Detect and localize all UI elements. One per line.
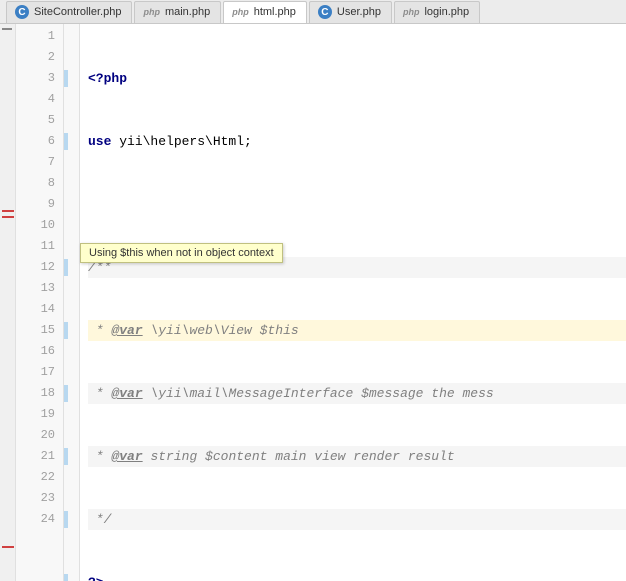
line-number: 16	[16, 341, 63, 362]
line-number: 11	[16, 236, 63, 257]
php-icon: php	[403, 7, 420, 17]
line-number: 9	[16, 194, 63, 215]
tab-label: User.php	[337, 6, 381, 18]
fold-gutter	[64, 24, 80, 581]
inspection-tooltip: Using $this when not in object context	[80, 243, 283, 263]
class-icon: C	[15, 5, 29, 19]
tab-label: SiteController.php	[34, 6, 121, 18]
line-number: 8	[16, 173, 63, 194]
line-number: 20	[16, 425, 63, 446]
line-number: 2	[16, 47, 63, 68]
line-number: 21	[16, 446, 63, 467]
tab-label: html.php	[254, 6, 296, 18]
line-number: 17	[16, 362, 63, 383]
php-icon: php	[143, 7, 160, 17]
line-number: 23	[16, 488, 63, 509]
line-number: 10	[16, 215, 63, 236]
tab-html[interactable]: php html.php	[223, 1, 307, 23]
line-number: 6	[16, 131, 63, 152]
editor-area[interactable]: 1 2 3 4 5 6 7 8 9 10 11 12 13 14 15 16 1…	[0, 24, 626, 581]
tab-label: main.php	[165, 6, 210, 18]
collapse-icon[interactable]	[2, 28, 12, 30]
line-number: 1	[16, 26, 63, 47]
error-mark-icon[interactable]	[2, 216, 14, 218]
line-number: 14	[16, 299, 63, 320]
marker-bar	[0, 24, 16, 581]
tab-login[interactable]: php login.php	[394, 1, 480, 23]
error-mark-icon[interactable]	[2, 546, 14, 548]
editor-tab-bar: C SiteController.php php main.php php ht…	[0, 0, 626, 24]
line-number: 13	[16, 278, 63, 299]
line-number: 18	[16, 383, 63, 404]
tab-main[interactable]: php main.php	[134, 1, 221, 23]
tab-sitecontroller[interactable]: C SiteController.php	[6, 1, 132, 23]
line-number: 7	[16, 152, 63, 173]
line-number: 19	[16, 404, 63, 425]
line-number: 24	[16, 509, 63, 530]
php-icon: php	[232, 7, 249, 17]
code-area[interactable]: <?php use yii\helpers\Html; /** * @var \…	[80, 24, 626, 581]
line-number: 3	[16, 68, 63, 89]
class-icon: C	[318, 5, 332, 19]
line-number: 5	[16, 110, 63, 131]
line-number: 15	[16, 320, 63, 341]
line-number: 22	[16, 467, 63, 488]
line-number: 12	[16, 257, 63, 278]
line-number-gutter: 1 2 3 4 5 6 7 8 9 10 11 12 13 14 15 16 1…	[16, 24, 64, 581]
tab-user[interactable]: C User.php	[309, 1, 392, 23]
line-number: 4	[16, 89, 63, 110]
tab-label: login.php	[424, 6, 469, 18]
error-mark-icon[interactable]	[2, 210, 14, 212]
